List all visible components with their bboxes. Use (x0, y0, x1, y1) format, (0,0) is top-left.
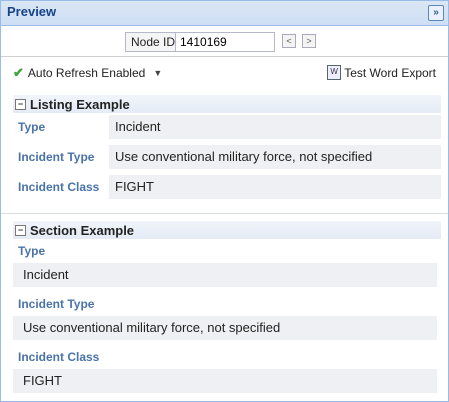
field-label: Incident Class (18, 180, 100, 194)
listing-example-section: − Listing Example Type Incident Incident… (13, 95, 441, 203)
field-value: Use conventional military force, not spe… (13, 316, 437, 340)
listing-row: Incident Class FIGHT (13, 173, 441, 203)
field-value: Incident (13, 263, 437, 287)
field-label: Incident Class (18, 350, 100, 364)
chevron-down-icon[interactable]: ▼ (153, 68, 162, 78)
listing-row: Type Incident (13, 113, 441, 143)
collapse-icon[interactable]: » (428, 5, 444, 21)
word-document-icon: W (327, 65, 342, 80)
section-divider (1, 213, 448, 214)
section-example-section: − Section Example Type Incident Incident… (13, 221, 441, 393)
node-toolbar: Node ID < > (1, 26, 448, 57)
collapse-toggle-icon[interactable]: − (15, 224, 26, 236)
section-example-header[interactable]: − Section Example (13, 221, 441, 239)
field-label: Type (18, 120, 46, 134)
node-id-label: Node ID (125, 32, 182, 52)
prev-node-button[interactable]: < (282, 34, 296, 48)
panel-title: Preview (7, 4, 57, 19)
section-example-title: Section Example (30, 222, 135, 238)
test-word-export-label: Test Word Export (344, 65, 436, 80)
test-word-export-button[interactable]: W Test Word Export (327, 65, 436, 80)
panel-header: Preview » (1, 1, 448, 26)
node-id-input[interactable] (175, 32, 275, 52)
auto-refresh-label: Auto Refresh Enabled (27, 66, 146, 80)
preview-panel: Preview » Node ID < > ✔ Auto Refresh Ena… (0, 0, 449, 402)
field-value: Incident (109, 115, 441, 139)
auto-refresh-menu[interactable]: ✔ Auto Refresh Enabled ▼ (13, 65, 162, 81)
check-icon: ✔ (13, 65, 24, 80)
refresh-toolbar: ✔ Auto Refresh Enabled ▼ W Test Word Exp… (1, 57, 448, 87)
listing-example-title: Listing Example (30, 96, 130, 112)
field-label: Type (18, 244, 46, 258)
field-value: FIGHT (109, 175, 441, 199)
field-value: Use conventional military force, not spe… (109, 145, 441, 169)
next-node-button[interactable]: > (302, 34, 316, 48)
field-label: Incident Type (18, 297, 95, 311)
collapse-toggle-icon[interactable]: − (15, 98, 26, 110)
field-value: FIGHT (13, 369, 437, 393)
listing-row: Incident Type Use conventional military … (13, 143, 441, 173)
listing-example-header[interactable]: − Listing Example (13, 95, 441, 113)
field-label: Incident Type (18, 150, 95, 164)
